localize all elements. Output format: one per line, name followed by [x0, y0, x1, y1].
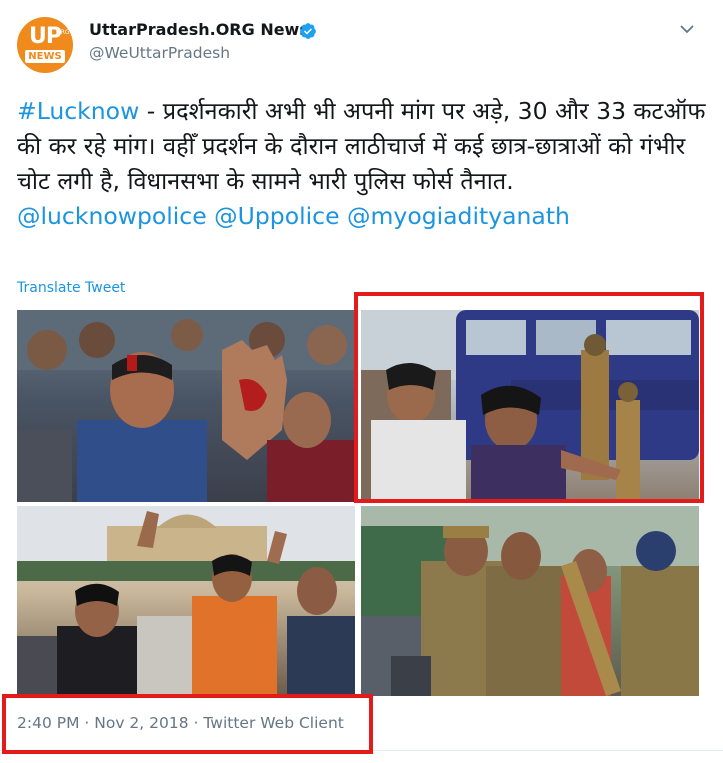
author-name[interactable]: UttarPradesh.ORG News [89, 20, 309, 39]
avatar[interactable]: UP ORG NEWS [17, 17, 73, 73]
avatar-logo-news: NEWS [25, 50, 65, 63]
timestamp-highlight-box [2, 694, 373, 754]
tweet-photo-4[interactable] [361, 506, 699, 696]
hashtag-link[interactable]: #Lucknow [17, 97, 139, 125]
tweet-photo-1[interactable] [17, 310, 355, 502]
tweet-photo-3[interactable] [17, 506, 355, 696]
photo-highlight-box [354, 292, 704, 503]
translate-tweet-link[interactable]: Translate Tweet [17, 280, 125, 296]
photo-4-illustration [361, 506, 699, 696]
tweet-text: #Lucknow - प्रदर्शनकारी अभी भी अपनी मांग… [17, 94, 707, 234]
photo-1-illustration [17, 310, 355, 502]
photo-3-illustration [17, 506, 355, 696]
avatar-logo-org: ORG [56, 29, 70, 36]
mention-link[interactable]: @lucknowpolice [17, 202, 207, 230]
tweet-card: UP ORG NEWS UttarPradesh.ORG News @WeUtt… [0, 0, 723, 763]
author-handle[interactable]: @WeUttarPradesh [89, 44, 230, 62]
chevron-down-icon[interactable] [678, 22, 696, 36]
mention-link[interactable]: @myogiadityanath [347, 202, 570, 230]
verified-badge-icon [300, 23, 316, 39]
mention-link[interactable]: @Uppolice [214, 202, 339, 230]
